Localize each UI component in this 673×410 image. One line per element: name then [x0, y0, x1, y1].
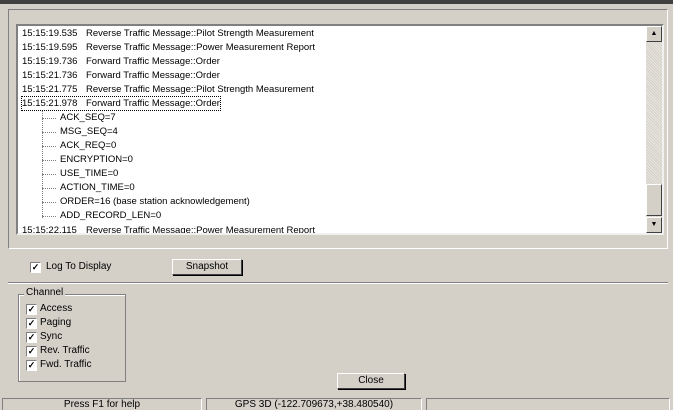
- tree-branch: [42, 146, 56, 147]
- up-arrow-icon[interactable]: ▲: [646, 26, 662, 42]
- log-message-item[interactable]: 15:15:19.535 Reverse Traffic Message::Pil…: [22, 27, 314, 40]
- tree-branch: [42, 202, 56, 203]
- checkmark-icon: ✓: [27, 346, 36, 356]
- checkmark-icon: ✓: [27, 304, 36, 314]
- message-text: Forward Traffic Message::Order: [86, 98, 220, 109]
- message-timestamp: 15:15:19.535: [22, 28, 78, 39]
- log-message-item-selected[interactable]: 15:15:21.978 Forward Traffic Message::Ord…: [21, 96, 221, 111]
- message-timestamp: 15:15:22.115: [22, 225, 77, 235]
- log-message-item[interactable]: 15:15:22.115 Reverse Traffic Message::Pow…: [22, 224, 315, 235]
- channel-rev-traffic-checkbox[interactable]: ✓: [26, 346, 37, 357]
- message-text: Forward Traffic Message::Order: [86, 70, 220, 81]
- channel-fwd-traffic-label: Fwd. Traffic: [40, 359, 92, 370]
- tree-branch: [42, 132, 56, 133]
- message-timestamp: 15:15:21.736: [22, 70, 78, 81]
- log-to-display-checkbox[interactable]: ✓: [30, 262, 41, 273]
- checkmark-icon: ✓: [27, 360, 36, 370]
- tree-branch: [42, 216, 56, 217]
- checkmark-icon: ✓: [27, 332, 36, 342]
- scrollbar-thumb[interactable]: [646, 184, 662, 216]
- tree-branch: [42, 160, 56, 161]
- field-item[interactable]: ACK_REQ=0: [60, 139, 116, 152]
- message-text: Reverse Traffic Message::Pilot Strength …: [86, 28, 314, 39]
- message-log-tree[interactable]: 15:15:19.535Reverse Traffic Message::Pil…: [16, 24, 664, 235]
- status-extra-pane: [426, 398, 670, 410]
- message-text: Forward Traffic Message::Order: [86, 56, 220, 67]
- status-help-text: Press F1 for help: [2, 398, 202, 410]
- vertical-scrollbar[interactable]: ▲ ▼: [646, 26, 662, 233]
- status-gps-text: GPS 3D (-122.709673,+38.480540): [206, 398, 422, 410]
- channel-access-checkbox[interactable]: ✓: [26, 304, 37, 315]
- message-text: Reverse Traffic Message::Pilot Strength …: [86, 84, 314, 95]
- down-arrow-icon[interactable]: ▼: [646, 217, 662, 233]
- status-bar: Press F1 for help GPS 3D (-122.709673,+3…: [0, 396, 673, 410]
- message-timestamp: 15:15:21.775: [22, 84, 78, 95]
- tree-branch: [42, 188, 56, 189]
- message-text: Reverse Traffic Message::Power Measureme…: [86, 42, 315, 53]
- channel-rev-traffic-label: Rev. Traffic: [40, 345, 90, 356]
- field-item[interactable]: MSG_SEQ=4: [60, 125, 118, 138]
- log-message-item[interactable]: 15:15:19.595 Reverse Traffic Message::Pow…: [22, 41, 315, 54]
- log-message-item[interactable]: 15:15:21.736 Forward Traffic Message::Ord…: [22, 69, 220, 82]
- window-top-border: [0, 0, 673, 4]
- field-item[interactable]: ENCRYPTION=0: [60, 153, 133, 166]
- field-item[interactable]: USE_TIME=0: [60, 167, 118, 180]
- log-message-item[interactable]: 15:15:21.775 Reverse Traffic Message::Pil…: [22, 83, 314, 96]
- close-button[interactable]: Close: [337, 373, 405, 389]
- channel-group-title: Channel: [24, 287, 66, 298]
- checkmark-icon: ✓: [31, 262, 40, 272]
- channel-sync-label: Sync: [40, 331, 63, 342]
- message-timestamp: 15:15:21.978: [22, 98, 78, 109]
- field-item[interactable]: ACTION_TIME=0: [60, 181, 135, 194]
- channel-paging-label: Paging: [40, 317, 72, 328]
- snapshot-button[interactable]: Snapshot: [172, 259, 242, 275]
- channel-access-label: Access: [40, 303, 73, 314]
- separator: [8, 282, 668, 284]
- message-timestamp: 15:15:19.595: [22, 42, 78, 53]
- tree-branch: [42, 174, 56, 175]
- checkmark-icon: ✓: [27, 318, 36, 328]
- log-message-item[interactable]: 15:15:19.736 Forward Traffic Message::Ord…: [22, 55, 220, 68]
- channel-paging-checkbox[interactable]: ✓: [26, 318, 37, 329]
- tree-branch: [42, 118, 56, 119]
- field-item[interactable]: ORDER=16 (base station acknowledgement): [60, 195, 250, 208]
- field-item[interactable]: ADD_RECORD_LEN=0: [60, 209, 161, 222]
- channel-sync-checkbox[interactable]: ✓: [26, 332, 37, 343]
- channel-fwd-traffic-checkbox[interactable]: ✓: [26, 360, 37, 371]
- message-text: Reverse Traffic Message::Power Measureme…: [86, 225, 315, 235]
- message-timestamp: 15:15:19.736: [22, 56, 78, 67]
- log-to-display-label: Log To Display: [46, 261, 112, 272]
- field-item[interactable]: ACK_SEQ=7: [60, 111, 116, 124]
